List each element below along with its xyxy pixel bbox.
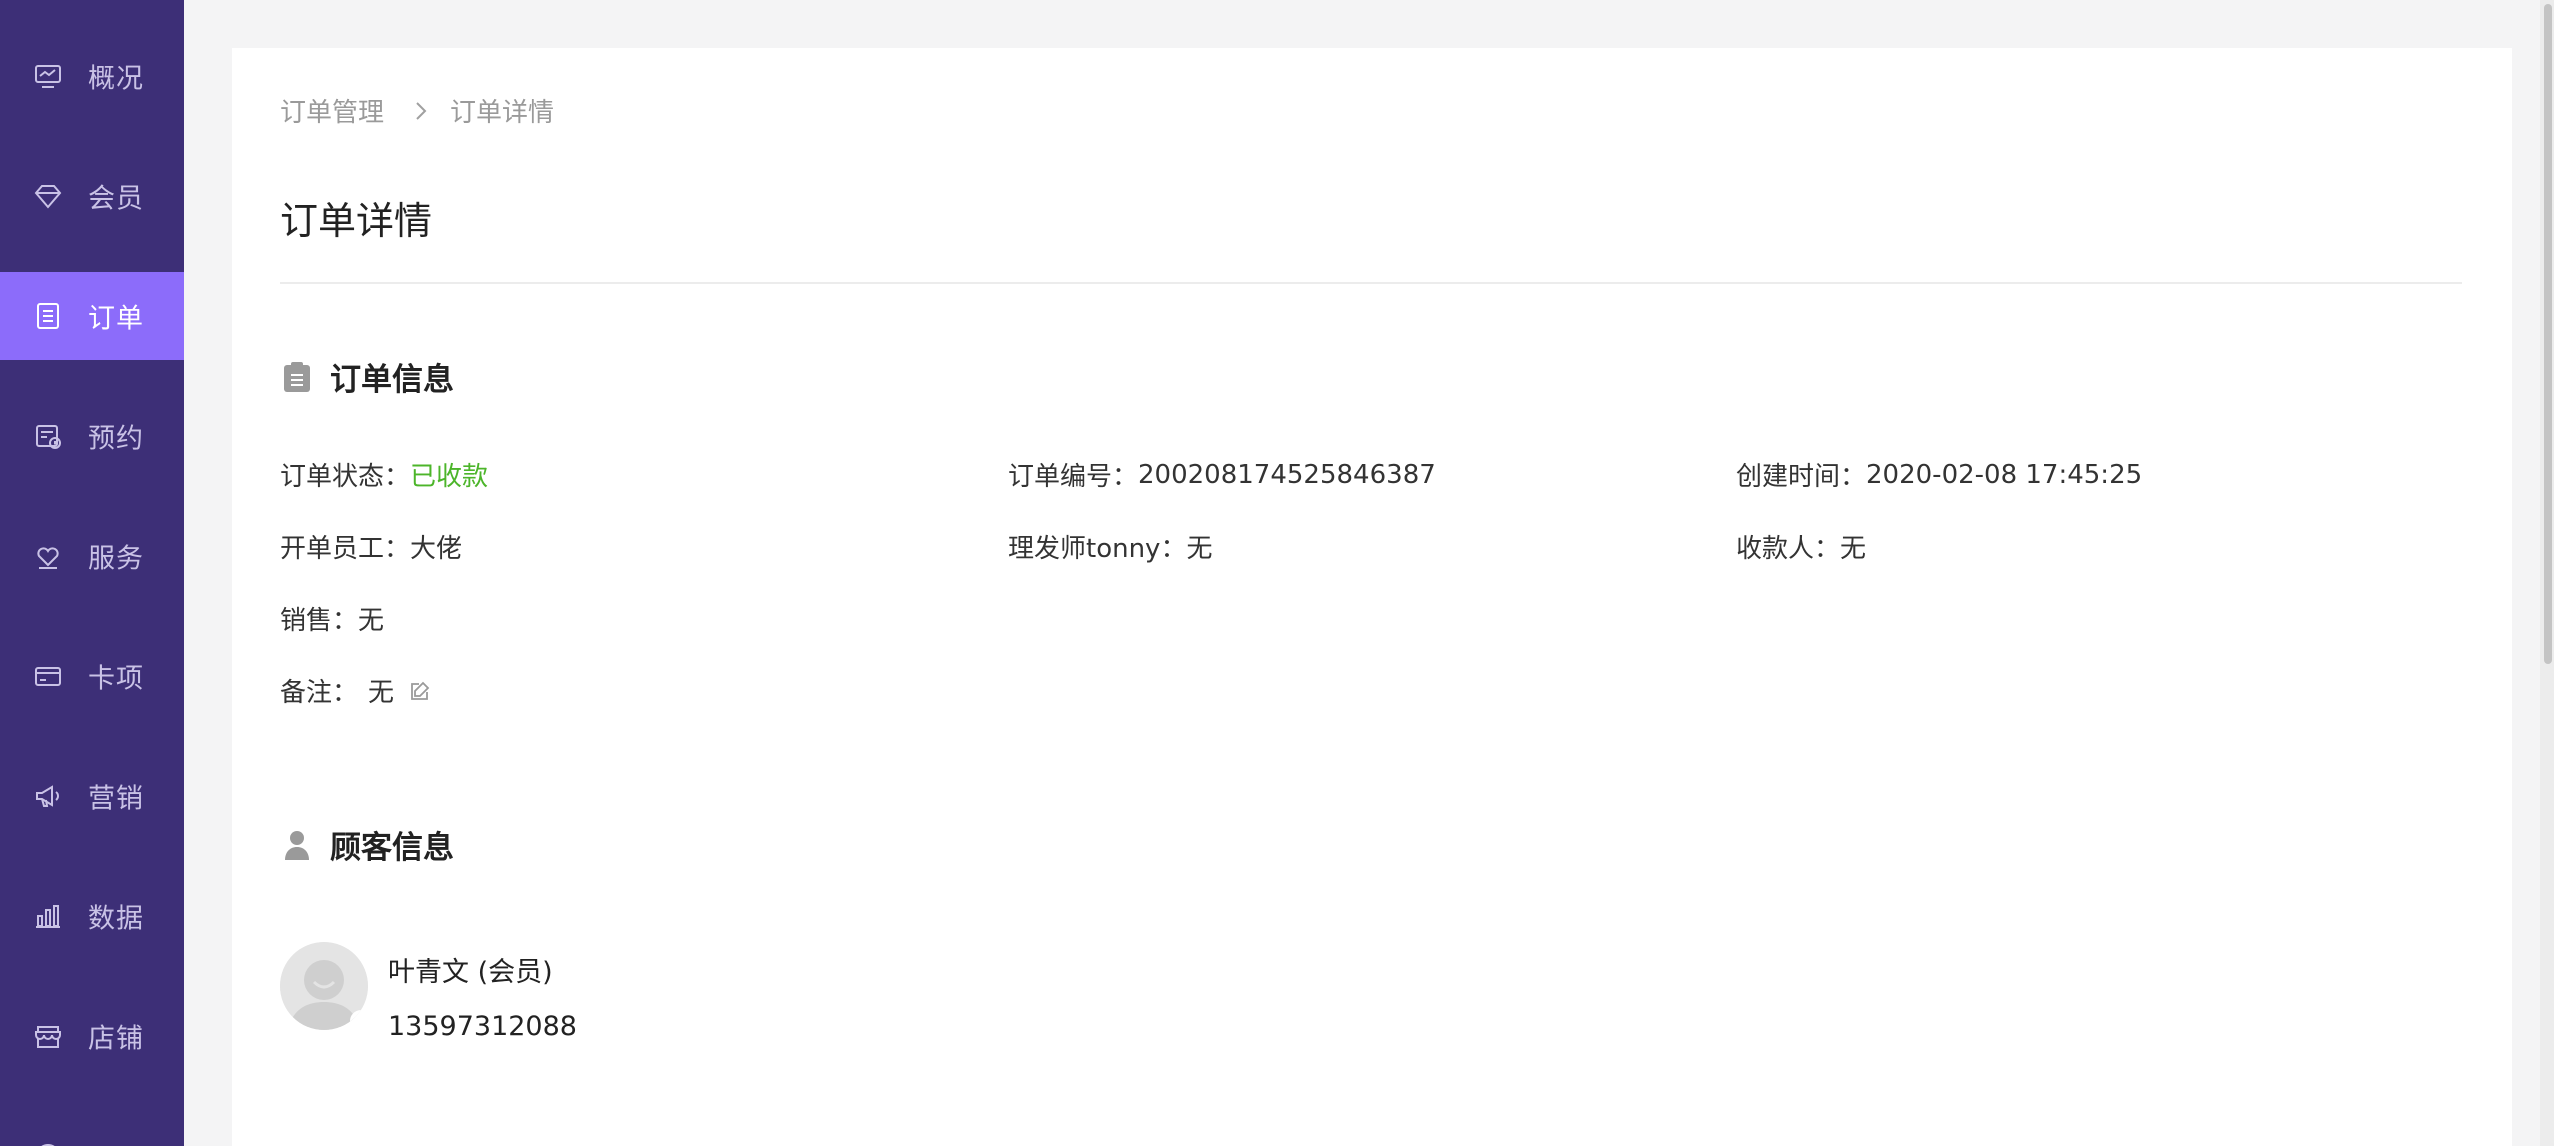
sidebar-item-orders[interactable]: 订单 bbox=[0, 272, 184, 360]
remark-field: 备注： 无 bbox=[280, 672, 432, 709]
sidebar-item-appointments[interactable]: 预约 bbox=[0, 392, 184, 480]
sidebar-item-overview[interactable]: 概况 bbox=[0, 32, 184, 120]
sidebar-item-members[interactable]: 会员 bbox=[0, 152, 184, 240]
diamond-icon bbox=[32, 180, 64, 212]
member-badge-icon bbox=[350, 1010, 368, 1030]
clipboard-list-icon bbox=[32, 300, 64, 332]
sidebar: 概况 会员 订单 预约 服务 卡项 营销 数据 店铺 bbox=[0, 0, 184, 1146]
breadcrumb: 订单管理 订单详情 bbox=[280, 92, 554, 129]
section-title: 订单信息 bbox=[330, 362, 454, 398]
order-number-field: 订单编号： 200208174525846387 bbox=[1008, 456, 1436, 493]
scrollbar[interactable] bbox=[2540, 0, 2554, 1146]
scrollbar-thumb[interactable] bbox=[2544, 4, 2552, 664]
heart-hand-icon bbox=[32, 540, 64, 572]
cashier-field: 收款人： 无 bbox=[1736, 528, 1866, 565]
megaphone-icon bbox=[32, 780, 64, 812]
staff-field: 开单员工： 大佬 bbox=[280, 528, 462, 565]
field-label: 备注： bbox=[280, 678, 359, 708]
breadcrumb-order-detail: 订单详情 bbox=[450, 98, 555, 128]
settings-icon bbox=[32, 1140, 64, 1146]
sidebar-item-label: 卡项 bbox=[88, 663, 144, 695]
sidebar-item-label: 预约 bbox=[88, 423, 144, 455]
sales-field: 销售： 无 bbox=[280, 600, 384, 637]
sidebar-item-data[interactable]: 数据 bbox=[0, 872, 184, 960]
sidebar-item-label: 服务 bbox=[88, 543, 144, 575]
barber-field: 理发师tonny： 无 bbox=[1008, 528, 1212, 565]
field-label: 订单状态： bbox=[280, 462, 411, 492]
order-number-value: 200208174525846387 bbox=[1138, 459, 1436, 490]
card-icon bbox=[32, 660, 64, 692]
field-label: 理发师tonny： bbox=[1008, 534, 1187, 564]
sidebar-item-label: 数据 bbox=[88, 903, 144, 935]
order-detail-panel: 订单管理 订单详情 订单详情 订单信息 订单状态： 已收款 订单编号： 2002… bbox=[232, 48, 2512, 1146]
bar-chart-icon bbox=[32, 900, 64, 932]
remark-value: 无 bbox=[368, 678, 395, 708]
chevron-right-icon bbox=[414, 100, 428, 122]
sidebar-item-services[interactable]: 服务 bbox=[0, 512, 184, 600]
staff-value: 大佬 bbox=[410, 534, 463, 564]
created-time-value: 2020-02-08 17:45:25 bbox=[1866, 459, 2143, 490]
sidebar-item-more[interactable] bbox=[0, 1112, 184, 1146]
section-title: 顾客信息 bbox=[330, 830, 454, 866]
field-label: 销售： bbox=[280, 606, 359, 636]
customer-card[interactable]: 叶青文 (会员) 13597312088 bbox=[280, 942, 577, 1042]
calendar-clock-icon bbox=[32, 420, 64, 452]
cashier-value: 无 bbox=[1840, 534, 1867, 564]
breadcrumb-order-management[interactable]: 订单管理 bbox=[280, 92, 384, 129]
sidebar-item-cards[interactable]: 卡项 bbox=[0, 632, 184, 720]
sidebar-item-label: 营销 bbox=[88, 783, 144, 815]
field-label: 订单编号： bbox=[1008, 462, 1139, 492]
field-label: 开单员工： bbox=[280, 534, 411, 564]
order-status-field: 订单状态： 已收款 bbox=[280, 456, 488, 493]
field-label: 收款人： bbox=[1736, 534, 1841, 564]
sidebar-item-marketing[interactable]: 营销 bbox=[0, 752, 184, 840]
store-icon bbox=[32, 1020, 64, 1052]
sidebar-item-label: 会员 bbox=[88, 183, 144, 215]
avatar bbox=[280, 942, 368, 1030]
clipboard-icon bbox=[280, 360, 314, 394]
sidebar-item-label: 概况 bbox=[88, 63, 144, 95]
customer-info-header: 顾客信息 bbox=[280, 822, 454, 867]
customer-phone: 13597312088 bbox=[388, 1011, 577, 1042]
customer-name: 叶青文 (会员) bbox=[388, 957, 553, 988]
field-label: 创建时间： bbox=[1736, 462, 1867, 492]
edit-icon[interactable] bbox=[408, 679, 432, 703]
order-status-value: 已收款 bbox=[410, 462, 489, 492]
sidebar-item-label: 订单 bbox=[88, 303, 144, 335]
created-time-field: 创建时间： 2020-02-08 17:45:25 bbox=[1736, 456, 2142, 493]
monitor-icon bbox=[32, 60, 64, 92]
divider bbox=[280, 282, 2462, 284]
user-icon bbox=[280, 828, 314, 862]
sales-value: 无 bbox=[358, 606, 385, 636]
barber-value: 无 bbox=[1186, 534, 1213, 564]
sidebar-item-label: 店铺 bbox=[88, 1023, 144, 1055]
customer-details: 叶青文 (会员) 13597312088 bbox=[388, 942, 577, 1042]
page-title: 订单详情 bbox=[280, 199, 433, 243]
sidebar-item-store[interactable]: 店铺 bbox=[0, 992, 184, 1080]
order-info-header: 订单信息 bbox=[280, 354, 454, 399]
